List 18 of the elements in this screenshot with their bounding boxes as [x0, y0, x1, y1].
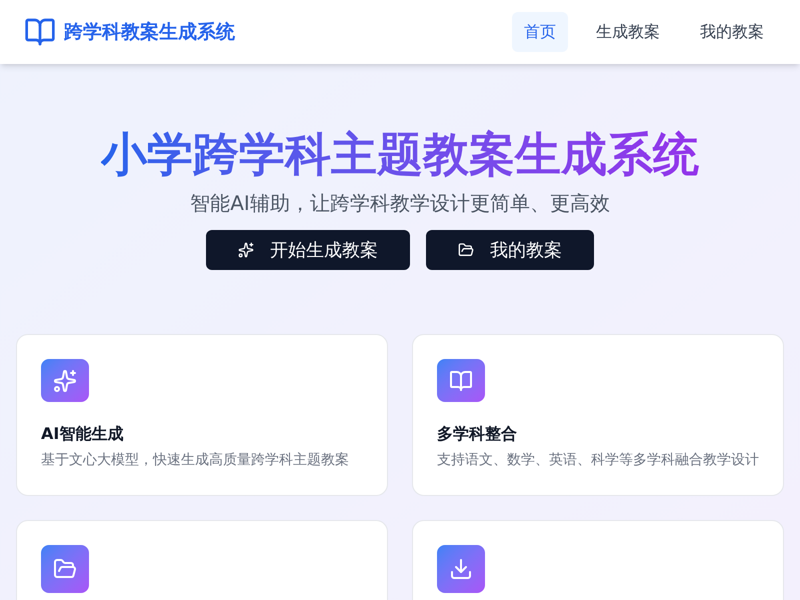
- book-logo-icon: [24, 16, 56, 48]
- feature-description: 支持语文、数学、英语、科学等多学科融合教学设计: [437, 451, 759, 470]
- folder-icon: [53, 557, 77, 581]
- folder-icon: [458, 242, 474, 258]
- feature-title: 多学科整合: [437, 423, 518, 445]
- nav-link[interactable]: 我的教案: [688, 12, 776, 52]
- hero-button[interactable]: 开始生成教案: [206, 230, 410, 270]
- feature-title: AI智能生成: [41, 423, 124, 445]
- feature-description: 基于文心大模型，快速生成高质量跨学科主题教案: [41, 451, 350, 470]
- sparkles-icon: [53, 368, 77, 392]
- download-icon: [449, 557, 473, 581]
- hero-subtitle: 智能AI辅助，让跨学科教学设计更简单、更高效: [190, 190, 610, 217]
- hero-button[interactable]: 我的教案: [426, 230, 594, 270]
- brand-name: 跨学科教案生成系统: [64, 20, 235, 45]
- nav-link[interactable]: 首页: [512, 12, 568, 52]
- nav-link[interactable]: 生成教案: [584, 12, 672, 52]
- book-icon: [449, 368, 473, 392]
- sparkles-icon: [238, 242, 254, 258]
